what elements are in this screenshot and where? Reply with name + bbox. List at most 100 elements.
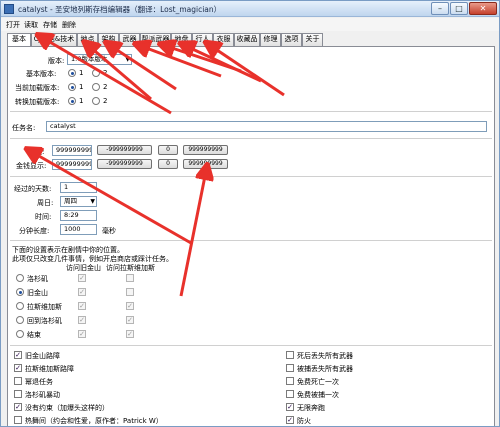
- progress-col-sf: 访问旧金山: [66, 264, 101, 272]
- money-max-button[interactable]: 999999999: [183, 145, 228, 155]
- flag-sf-roadblock-check[interactable]: ✓: [14, 351, 22, 359]
- progress-radio-sf[interactable]: [16, 288, 24, 296]
- flag-lv-roadblock: 拉斯维加斯路障: [25, 365, 74, 373]
- maximize-button[interactable]: □: [450, 2, 468, 15]
- progress-lv-sf: [126, 288, 134, 296]
- flag-gang-war-check[interactable]: [14, 377, 22, 385]
- menu-save[interactable]: 存储: [43, 20, 57, 30]
- convert-load-label: 转换加载版本:: [15, 98, 60, 106]
- tab-repair[interactable]: 修理: [260, 33, 281, 46]
- flag-free-death-check[interactable]: [286, 377, 294, 385]
- progress-radio-back-ls[interactable]: [16, 316, 24, 324]
- version-select[interactable]: 1.0版本版本 ▼: [67, 54, 132, 65]
- tab-about[interactable]: 关于: [302, 33, 323, 46]
- money-label: 金钱:: [28, 148, 45, 156]
- divider: [10, 176, 492, 177]
- flag-hot-coffee-check[interactable]: [14, 416, 22, 424]
- minute-length-input[interactable]: 1000: [60, 224, 97, 235]
- basic-version-radio-2[interactable]: [92, 69, 100, 77]
- chevron-down-icon: ▼: [125, 56, 130, 63]
- money-zero-button[interactable]: 0: [158, 145, 178, 155]
- flag-free-arrest-check[interactable]: [286, 390, 294, 398]
- convert-load-radio-2[interactable]: [92, 97, 100, 105]
- flag-infinite-sprint: 无限奔跑: [297, 404, 325, 412]
- money-input[interactable]: 999999999: [52, 145, 92, 156]
- time-label: 时间:: [35, 213, 52, 221]
- flag-no-limits-check[interactable]: ✓: [14, 403, 22, 411]
- progress-radio-end[interactable]: [16, 330, 24, 338]
- menu-open[interactable]: 打开: [6, 20, 20, 30]
- divider: [10, 138, 492, 139]
- money-display-zero-button[interactable]: 0: [158, 159, 178, 169]
- current-load-opt1: 1: [79, 83, 84, 91]
- money-display-min-button[interactable]: -999999999: [97, 159, 152, 169]
- time-input[interactable]: 8:29: [60, 210, 97, 221]
- money-display-input[interactable]: 999999999: [52, 159, 92, 170]
- progress-sf-end: ✓: [78, 330, 86, 338]
- version-label: 版本:: [48, 57, 65, 65]
- tab-structure[interactable]: 架构: [98, 33, 119, 46]
- menu-delete[interactable]: 删除: [62, 20, 76, 30]
- flag-lose-weapons-death-check[interactable]: [286, 351, 294, 359]
- flag-lose-weapons-death: 死后丢失所有武器: [297, 352, 353, 360]
- flag-infinite-sprint-check[interactable]: ✓: [286, 403, 294, 411]
- basic-version-opt2: 2: [103, 69, 108, 77]
- progress-lv-end: ✓: [126, 330, 134, 338]
- progress-label-end: 结束: [27, 331, 41, 339]
- basic-version-label: 基本版本:: [26, 70, 57, 78]
- weekday-value: 周四: [64, 197, 77, 205]
- window-title: catalyst - 圣安地列斯存档编辑器（翻译：Lost_magician）: [18, 5, 222, 14]
- basic-panel: 版本: 1.0版本版本 ▼ 基本版本: 1 2 当前加载版本: 1 2 转换加载…: [7, 46, 495, 426]
- flag-lose-weapons-arrest-check[interactable]: [286, 364, 294, 372]
- weekday-select[interactable]: 周四 ▼: [60, 196, 97, 207]
- version-value: 1.0版本版本: [71, 55, 108, 63]
- progress-sf-lv: ✓: [78, 302, 86, 310]
- tab-locations[interactable]: 地点: [77, 33, 98, 46]
- tab-clothes[interactable]: 衣服: [213, 33, 234, 46]
- convert-load-radio-1[interactable]: [68, 97, 76, 105]
- minimize-button[interactable]: –: [431, 2, 449, 15]
- tab-cj-data[interactable]: CJ数据&技术: [31, 33, 77, 46]
- days-label: 经过的天数:: [14, 185, 52, 193]
- progress-label-ls: 洛杉矶: [27, 275, 48, 283]
- current-load-radio-2[interactable]: [92, 83, 100, 91]
- flag-lv-roadblock-check[interactable]: ✓: [14, 364, 22, 372]
- tab-basic[interactable]: 基本: [7, 33, 31, 47]
- editor-window: catalyst - 圣安地列斯存档编辑器（翻译：Lost_magician） …: [0, 0, 500, 427]
- days-input[interactable]: 1: [60, 182, 97, 193]
- progress-lv-ls: [126, 274, 134, 282]
- current-load-opt2: 2: [103, 83, 108, 91]
- current-load-radio-1[interactable]: [68, 83, 76, 91]
- current-load-label: 当前加载版本:: [15, 84, 60, 92]
- close-button[interactable]: ✕: [469, 2, 497, 15]
- tab-weapons[interactable]: 武器: [119, 33, 140, 46]
- progress-label-back-ls: 回到洛杉矶: [27, 317, 62, 325]
- money-min-button[interactable]: -999999999: [97, 145, 152, 155]
- flag-riot-check[interactable]: [14, 390, 22, 398]
- tab-pedestrians[interactable]: 行人: [192, 33, 213, 46]
- tab-gang-weapons[interactable]: 帮派武器: [140, 33, 171, 46]
- flag-hot-coffee: 热舞间（约会和性爱，原作者：Patrick W）: [25, 417, 163, 425]
- progress-lv-lv: ✓: [126, 302, 134, 310]
- flag-fireproof-check[interactable]: ✓: [286, 416, 294, 424]
- progress-radio-lv[interactable]: [16, 302, 24, 310]
- tab-collectibles[interactable]: 收藏品: [234, 33, 260, 46]
- money-display-label: 金钱显示:: [16, 162, 47, 170]
- progress-radio-ls[interactable]: [16, 274, 24, 282]
- menu-read[interactable]: 读取: [24, 20, 38, 30]
- tab-options[interactable]: 选项: [281, 33, 302, 46]
- mission-name-input[interactable]: catalyst: [46, 121, 487, 132]
- tab-turf[interactable]: 地盘: [171, 33, 192, 46]
- weekday-label: 周日:: [37, 199, 54, 207]
- money-display-max-button[interactable]: 999999999: [183, 159, 228, 169]
- progress-sf-ls: ✓: [78, 274, 86, 282]
- divider: [10, 111, 492, 112]
- progress-label-lv: 拉斯维加斯: [27, 303, 62, 311]
- convert-load-opt1: 1: [79, 97, 84, 105]
- flag-lose-weapons-arrest: 被捕丢失所有武器: [297, 365, 353, 373]
- flag-gang-war: 幂退任务: [25, 378, 53, 386]
- progress-label-sf: 旧金山: [27, 289, 48, 297]
- minute-length-label: 分钟长度:: [19, 227, 50, 235]
- basic-version-radio-1[interactable]: [68, 69, 76, 77]
- progress-col-lv: 访问拉斯维加斯: [106, 264, 155, 272]
